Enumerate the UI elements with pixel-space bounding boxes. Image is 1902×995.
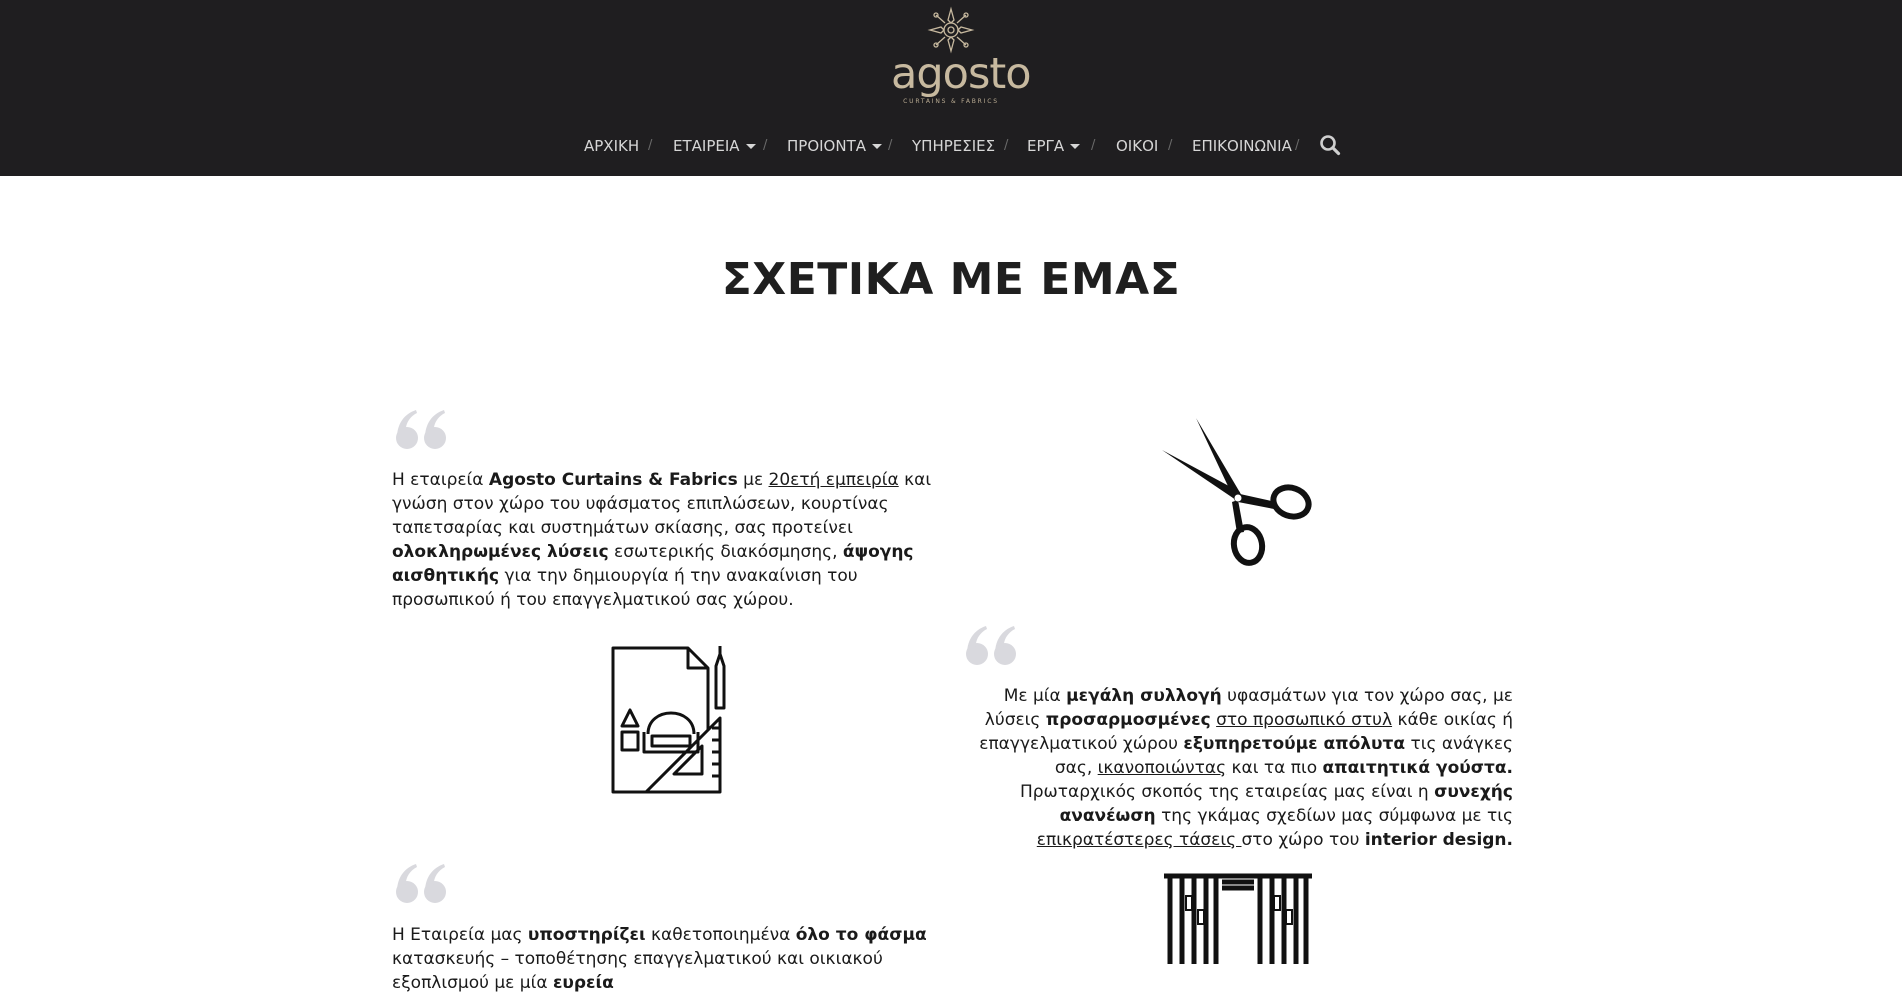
emphasis: εξυπηρετούμε απόλυτα	[1183, 734, 1406, 754]
emphasis: προσαρμοσμένες	[1045, 710, 1211, 730]
nav-separator: /	[648, 138, 653, 153]
brand-logo[interactable]: agosto CURTAINS & FABRICS	[891, 6, 1032, 110]
emphasis: απαιτητικά γούστα.	[1322, 758, 1514, 778]
nav-separator: /	[888, 138, 893, 153]
nav-item-label: ΥΠΗΡΕΣΙΕΣ	[912, 137, 996, 155]
text-run: της γκάμας σχεδίων μας σύμφωνα με τις	[1155, 806, 1513, 826]
nav-item-label: ΑΡΧΙΚΗ	[584, 137, 640, 155]
nav-separator: /	[1168, 138, 1173, 153]
nav-item-company[interactable]: ΕΤΑΙΡΕΙΑ	[673, 136, 756, 156]
nav-item-label: ΕΡΓΑ	[1027, 137, 1065, 155]
intro-paragraph: Η εταιρεία Agosto Curtains & Fabrics με …	[392, 468, 940, 612]
text-run: με	[737, 470, 769, 490]
emphasis: ολοκληρωμένες λύσεις	[392, 542, 609, 562]
search-icon[interactable]	[1319, 134, 1341, 156]
interior-design-sketch-icon	[611, 646, 726, 794]
ornament-logo-icon	[927, 6, 975, 54]
collection-paragraph: Με μία μεγάλη συλλογή υφασμάτων για τον …	[970, 684, 1513, 852]
text-run: Η εταιρεία	[392, 470, 489, 490]
nav-item-houses[interactable]: ΟΙΚΟΙ	[1116, 136, 1158, 156]
text-run: Με μία	[1003, 686, 1067, 706]
emphasis: ευρεία	[552, 973, 614, 993]
scissors-icon	[1162, 418, 1312, 566]
emphasis: μεγάλη συλλογή	[1066, 686, 1222, 706]
quote-mark-icon	[396, 864, 446, 903]
text-run: Πρωταρχικός σκοπός της εταιρείας μας είν…	[1019, 782, 1435, 802]
nav-item-contact[interactable]: ΕΠΙΚΟΙΝΩΝΙΑ	[1192, 136, 1292, 156]
emphasis: interior design.	[1364, 830, 1513, 850]
nav-item-label: ΕΤΑΙΡΕΙΑ	[673, 137, 740, 155]
underlined-phrase: στο προσωπικό στυλ	[1216, 710, 1393, 730]
caret-down-icon	[745, 144, 756, 149]
nav-item-products[interactable]: ΠΡΟΙΟΝΤΑ	[787, 136, 883, 156]
main-nav: ΑΡΧΙΚΗ / ΕΤΑΙΡΕΙΑ / ΠΡΟΙΟΝΤΑ / ΥΠΗΡΕΣΙΕΣ…	[0, 136, 1902, 156]
underlined-phrase: ικανοποιώντας	[1097, 758, 1227, 778]
nav-item-label: ΕΠΙΚΟΙΝΩΝΙΑ	[1192, 137, 1292, 155]
caret-down-icon	[1070, 144, 1081, 149]
nav-separator: /	[1295, 138, 1300, 153]
page-title: ΣΧΕΤΙΚΑ ΜΕ ΕΜΑΣ	[721, 254, 1181, 305]
text-run: και τα πιο	[1226, 758, 1323, 778]
nav-item-label: ΠΡΟΙΟΝΤΑ	[787, 137, 867, 155]
brand-name: agosto	[891, 49, 1032, 99]
company-name: Agosto Curtains & Fabrics	[488, 470, 738, 490]
nav-separator: /	[1091, 138, 1096, 153]
emphasis: όλο το φάσμα	[795, 925, 927, 945]
nav-item-services[interactable]: ΥΠΗΡΕΣΙΕΣ	[912, 136, 995, 156]
nav-item-label: ΟΙΚΟΙ	[1116, 137, 1159, 155]
services-paragraph: Η Εταιρεία μας υποστηρίζει καθετοποιημέν…	[392, 923, 940, 995]
quote-mark-icon	[396, 410, 446, 449]
text-run: Η Εταιρεία μας	[392, 925, 528, 945]
nav-item-home[interactable]: ΑΡΧΙΚΗ	[584, 136, 639, 156]
text-run: κατασκευής – τοποθέτησης επαγγελματικού …	[392, 949, 883, 993]
nav-separator: /	[1004, 138, 1009, 153]
emphasis: υποστηρίζει	[527, 925, 646, 945]
experience-link: 20ετή εμπειρία	[768, 470, 899, 490]
underlined-phrase: επικρατέστερες τάσεις	[1036, 830, 1242, 850]
nav-item-projects[interactable]: ΕΡΓΑ	[1027, 136, 1081, 156]
caret-down-icon	[872, 144, 883, 149]
text-run: εσωτερικής διακόσμησης,	[608, 542, 843, 562]
brand-tagline: CURTAINS & FABRICS	[903, 98, 999, 105]
text-run: στο χώρο του	[1241, 830, 1365, 850]
curtains-icon	[1164, 873, 1312, 964]
site-header: agosto CURTAINS & FABRICS ΑΡΧΙΚΗ / ΕΤΑΙΡ…	[0, 0, 1902, 176]
text-run: καθετοποιημένα	[645, 925, 796, 945]
nav-separator: /	[763, 138, 768, 153]
quote-mark-icon	[966, 626, 1016, 665]
